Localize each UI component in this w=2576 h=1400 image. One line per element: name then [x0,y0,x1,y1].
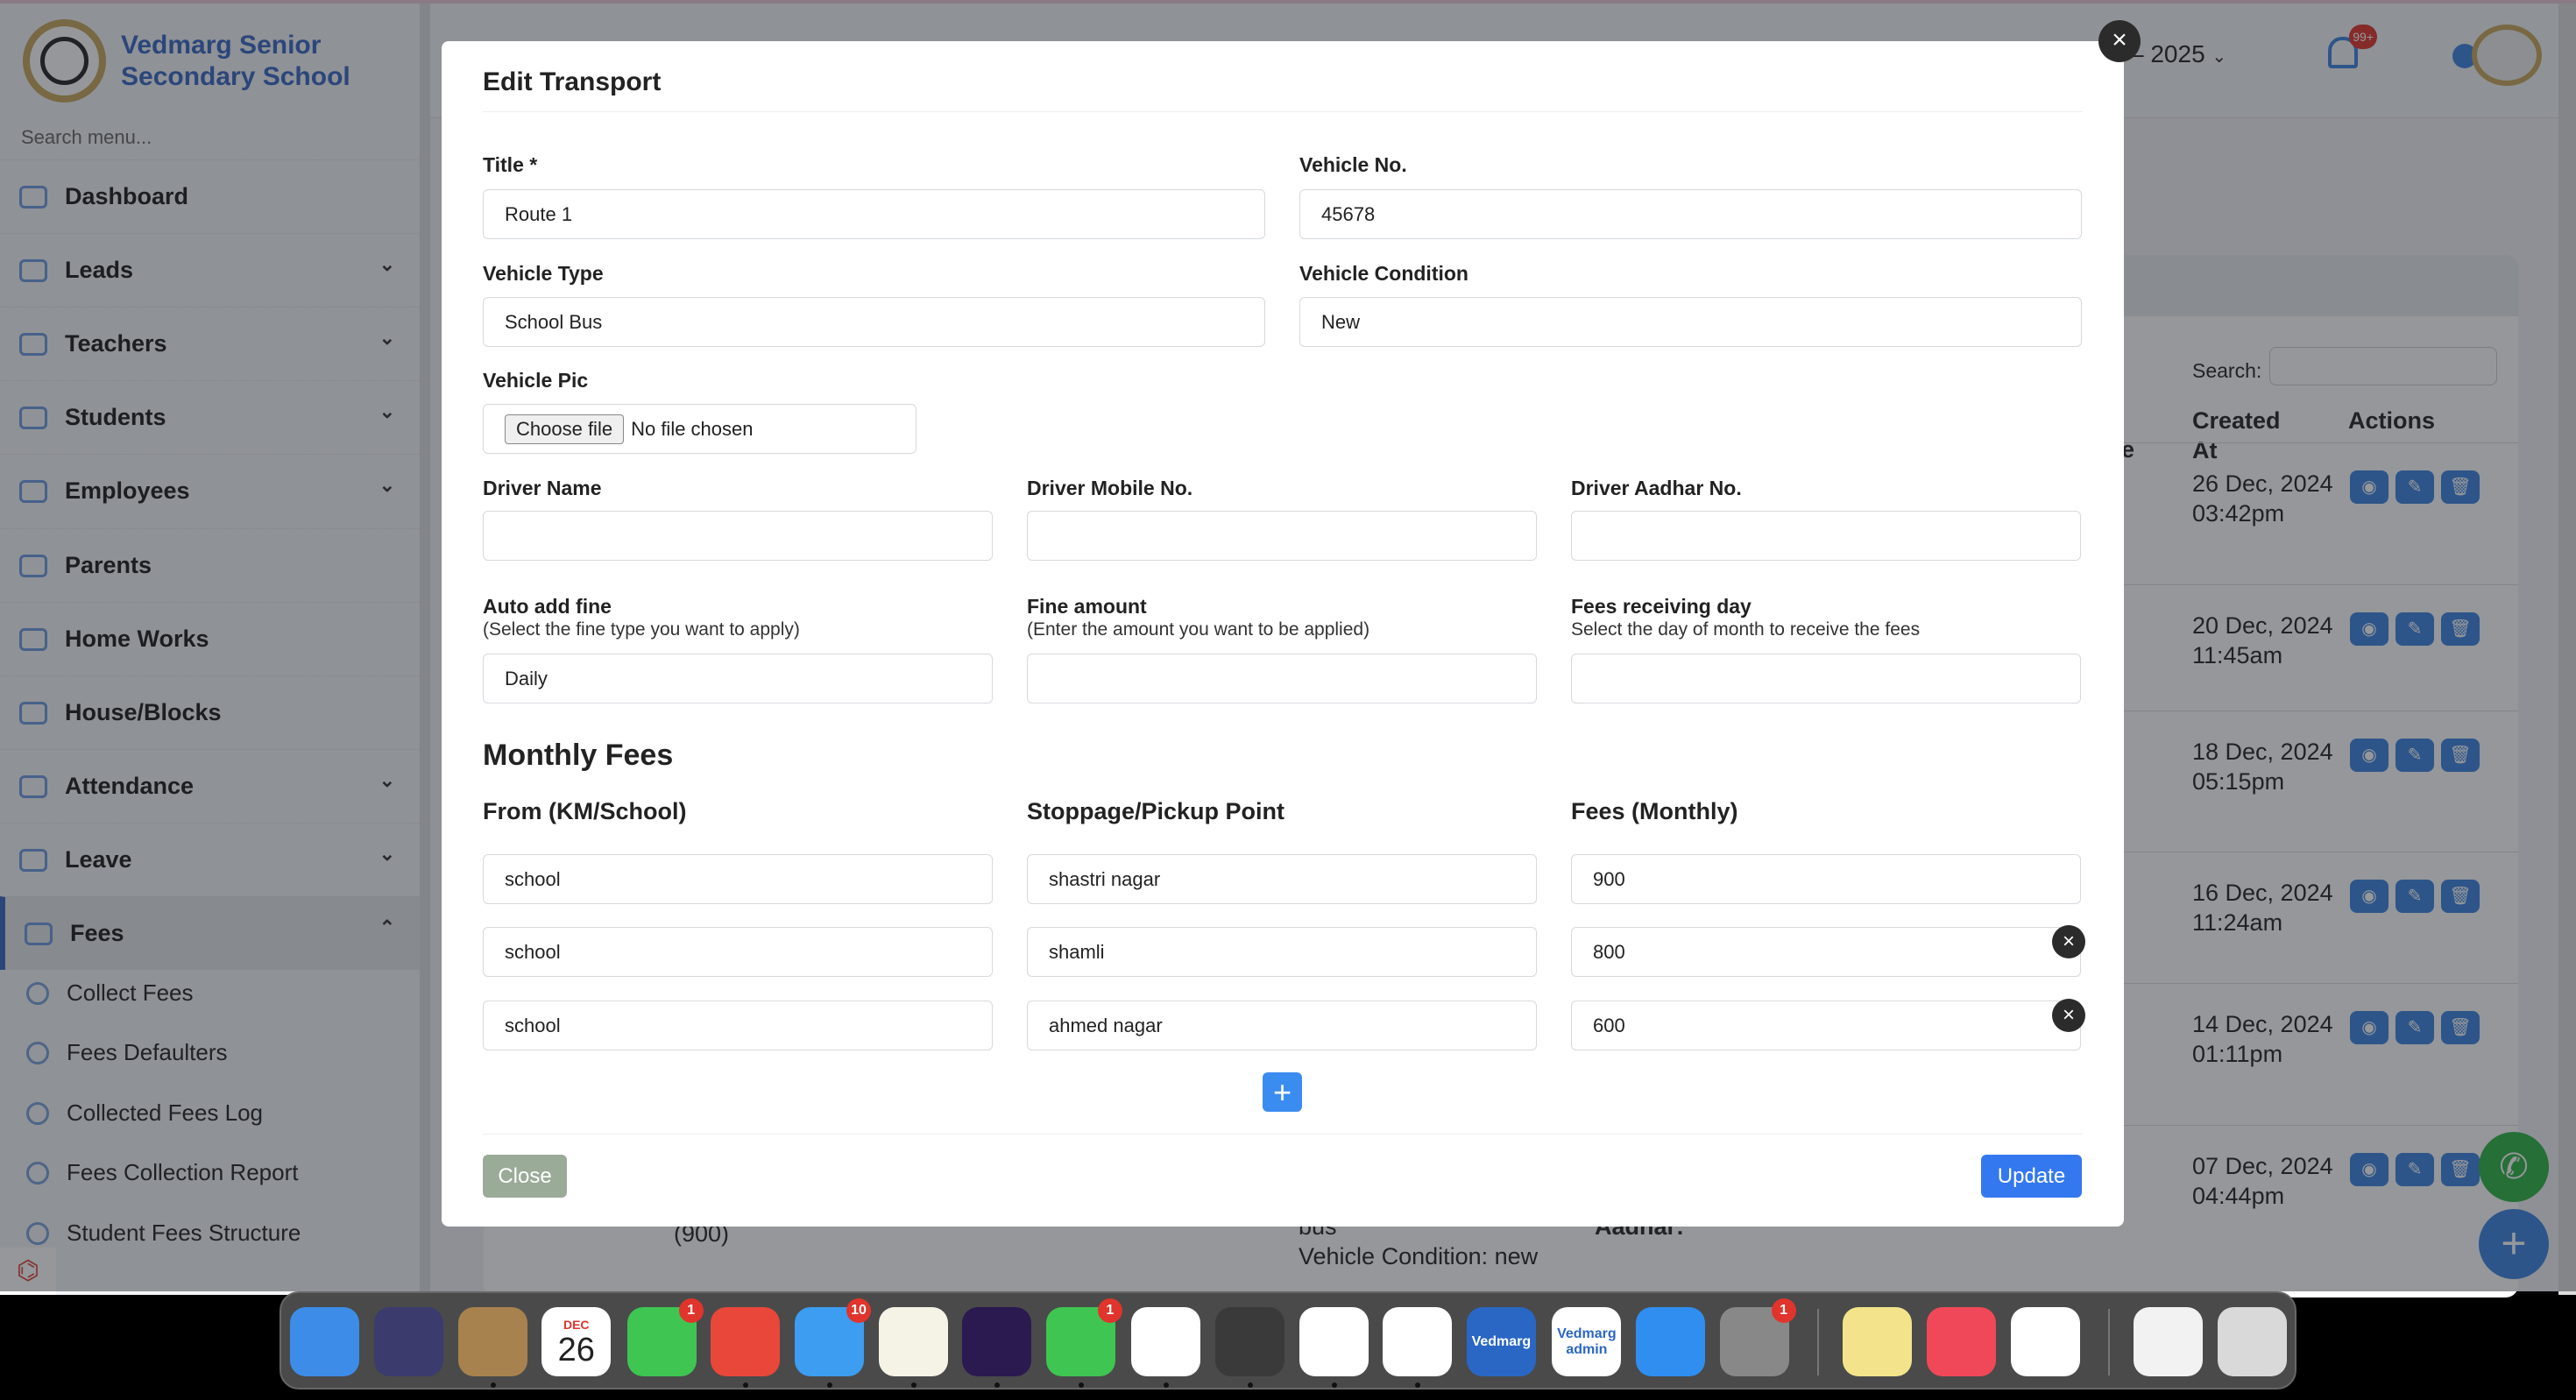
running-indicator [1078,1382,1084,1388]
dock-opera-icon[interactable] [1383,1307,1453,1376]
fee-fees-input[interactable]: 800 [1571,927,2081,977]
dock-badge: 1 [678,1298,704,1323]
dock-notes-icon[interactable] [878,1307,948,1376]
plus-icon: + [1272,1073,1292,1110]
fee-from-input[interactable]: school [483,927,993,977]
fee-stop-input[interactable]: shamli [1027,927,1537,977]
dock-app-label: Vedmarg admin [1557,1326,1617,1357]
dock-siri-icon[interactable] [374,1307,443,1376]
fee-from-input[interactable]: school [483,1001,993,1050]
dock-sublime-icon[interactable] [1215,1307,1284,1376]
dock-music-icon[interactable] [1926,1307,1996,1376]
running-indicator [1248,1382,1253,1388]
divider [483,111,2083,112]
title-label: Title * [483,153,538,176]
monthly-fees-heading: Monthly Fees [483,739,674,772]
dock-badge: 1 [1771,1298,1796,1323]
fee-stop-input[interactable]: ahmed nagar [1027,1001,1537,1050]
update-button[interactable]: Update [1981,1155,2082,1198]
driver-aadhar-label: Driver Aadhar No. [1571,477,1742,499]
calendar-month: DEC [563,1317,590,1332]
dock-firefox-icon[interactable] [962,1307,1032,1376]
driver-name-input[interactable] [483,511,993,561]
driver-aadhar-input[interactable] [1571,511,2081,561]
dock-badge: 1 [1097,1298,1122,1323]
dock-anydesk-icon[interactable] [711,1307,781,1376]
fees-day-hint: Select the day of month to receive the f… [1571,619,1921,640]
dock-badge: 10 [846,1298,871,1323]
auto-add-fine-label: Auto add fine [483,595,612,618]
fine-amount-hint: (Enter the amount you want to be applied… [1027,619,1370,640]
remove-row-icon[interactable]: × [2052,999,2085,1032]
running-indicator [1331,1382,1337,1388]
macos-dock: DEC 26 1 10 1 Vedmarg Vedmarg admin 1 [280,1291,2296,1389]
vehicle-condition-input[interactable]: New [1299,297,2082,347]
driver-name-label: Driver Name [483,477,602,499]
driver-mobile-input[interactable] [1027,511,1537,561]
fees-header: Fees (Monthly) [1571,798,1738,824]
running-indicator [1164,1382,1170,1388]
dock-trash-icon[interactable] [2217,1307,2287,1376]
modal-close-icon[interactable]: × [2098,20,2141,62]
dock-files-icon[interactable] [2134,1307,2204,1376]
dock-vedmarg-icon[interactable]: Vedmarg [1466,1307,1536,1376]
running-indicator [910,1382,916,1388]
auto-add-fine-select[interactable]: Daily [483,654,993,704]
remove-row-icon[interactable]: × [2052,925,2085,958]
fee-stop-input[interactable]: shastri nagar [1027,854,1537,904]
divider [483,1134,2083,1135]
dock-facetime-icon[interactable]: 1 [626,1298,704,1376]
running-indicator [1415,1382,1421,1388]
dock-separator [2107,1309,2110,1375]
fine-amount-input[interactable] [1027,654,1537,704]
fees-day-input[interactable] [1571,654,2081,704]
title-input[interactable]: Route 1 [483,189,1265,239]
running-indicator [827,1382,832,1388]
from-header: From (KM/School) [483,798,687,824]
running-indicator [994,1382,1001,1388]
calendar-day: 26 [557,1331,595,1368]
file-status: No file chosen [631,417,754,440]
vehicle-type-label: Vehicle Type [483,262,604,285]
close-button[interactable]: Close [483,1155,567,1198]
running-indicator [743,1382,749,1388]
fee-fees-input[interactable]: 900 [1571,854,2081,904]
dock-chrome-icon[interactable] [1131,1307,1201,1376]
choose-file-button[interactable]: Choose file [505,414,625,444]
dock-vedmarg-admin-icon[interactable]: Vedmarg admin [1552,1307,1622,1376]
fees-day-label: Fees receiving day [1571,595,1752,618]
fee-fees-input[interactable]: 600 [1571,1001,2081,1050]
vehicle-no-input[interactable]: 45678 [1299,189,2082,239]
vehicle-no-label: Vehicle No. [1299,153,1407,176]
dock-separator [1816,1309,1819,1375]
vehicle-pic-label: Vehicle Pic [483,369,589,392]
dock-finder-icon[interactable] [290,1307,360,1376]
fee-from-input[interactable]: school [483,854,993,904]
dock-whatsapp-icon[interactable]: 1 [1045,1298,1122,1376]
modal-title: Edit Transport [483,67,662,96]
fine-amount-label: Fine amount [1027,595,1147,618]
stoppage-header: Stoppage/Pickup Point [1027,798,1285,824]
dock-system-settings-icon[interactable]: 1 [1719,1298,1796,1376]
add-fee-row-button[interactable]: + [1263,1072,1302,1112]
edit-transport-modal: Edit Transport Title * Route 1 Vehicle N… [442,41,2124,1227]
dock-excel-icon[interactable] [2010,1307,2080,1376]
dock-mail-icon[interactable]: 10 [795,1298,871,1376]
dock-stickies-icon[interactable] [1843,1307,1913,1376]
dock-app-store-icon[interactable] [1636,1307,1705,1376]
vehicle-type-input[interactable]: School Bus [483,297,1265,347]
dock-contacts-icon[interactable] [457,1307,527,1376]
dock-calendar-icon[interactable]: DEC 26 [541,1307,612,1376]
dock-safari-icon[interactable] [1299,1307,1369,1376]
dock-app-label: Vedmarg [1471,1333,1532,1349]
running-indicator [490,1382,496,1388]
auto-add-fine-hint: (Select the fine type you want to apply) [483,619,800,640]
driver-mobile-label: Driver Mobile No. [1027,477,1193,499]
vehicle-pic-file-input[interactable]: Choose file No file chosen [483,404,916,454]
vehicle-condition-label: Vehicle Condition [1299,262,1468,285]
